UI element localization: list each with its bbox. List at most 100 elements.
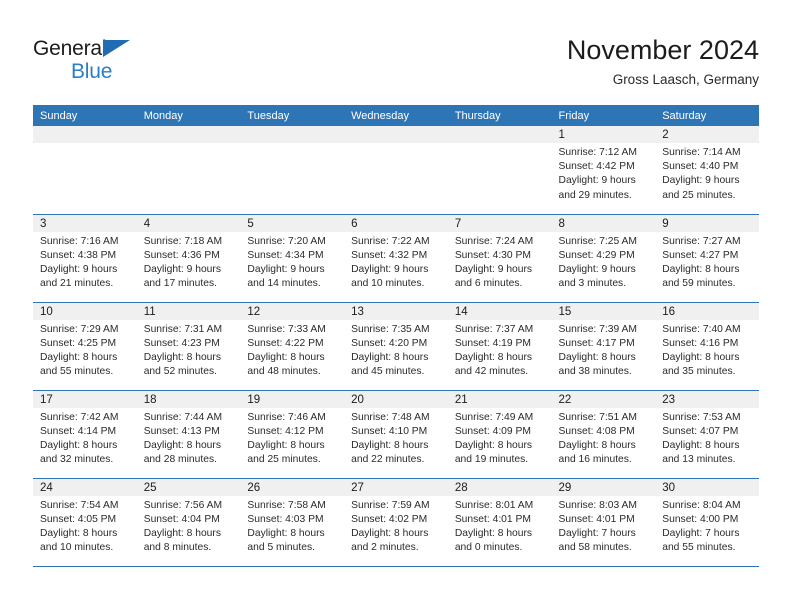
calendar-day-cell[interactable]: 13 Sunrise: 7:35 AM Sunset: 4:20 PM Dayligh… xyxy=(344,301,448,390)
daylight-text-line1: Daylight: 7 hours xyxy=(662,527,740,539)
daylight-text-line2: and 28 minutes. xyxy=(143,454,217,466)
daylight-text-line1: Daylight: 8 hours xyxy=(662,351,740,363)
day-details: Sunrise: 7:54 AM Sunset: 4:05 PM Daylight:… xyxy=(33,496,137,556)
sunrise-text: Sunrise: 7:40 AM xyxy=(662,323,741,335)
day-number: 2 xyxy=(655,126,759,143)
calendar-day-cell[interactable]: 23 Sunrise: 7:53 AM Sunset: 4:07 PM Dayligh… xyxy=(655,389,759,478)
sunrise-text: Sunrise: 7:24 AM xyxy=(454,235,534,247)
day-box: 8 Sunrise: 7:25 AM Sunset: 4:29 PM Daylight… xyxy=(551,214,656,302)
day-number: 27 xyxy=(344,478,448,496)
sunset-text: Sunset: 4:10 PM xyxy=(351,425,428,437)
title-block: November 2024 Gross Laasch, Germany xyxy=(567,33,759,90)
calendar-day-cell[interactable]: 26 Sunrise: 7:58 AM Sunset: 4:03 PM Dayligh… xyxy=(240,477,345,567)
sunset-text: Sunset: 4:01 PM xyxy=(454,513,531,525)
calendar-day-cell[interactable]: 15 Sunrise: 7:39 AM Sunset: 4:17 PM Dayligh… xyxy=(551,301,656,390)
daylight-text-line2: and 35 minutes. xyxy=(662,366,736,378)
day-details: Sunrise: 8:04 AM Sunset: 4:00 PM Daylight:… xyxy=(655,496,759,556)
calendar-day-cell[interactable]: 18 Sunrise: 7:44 AM Sunset: 4:13 PM Dayligh… xyxy=(136,389,241,478)
weekday-header-tuesday: Tuesday xyxy=(240,105,345,126)
calendar-day-cell[interactable]: 11 Sunrise: 7:31 AM Sunset: 4:23 PM Dayligh… xyxy=(136,301,241,390)
calendar-day-cell[interactable]: 3 Sunrise: 7:16 AM Sunset: 4:38 PM Daylight… xyxy=(33,213,137,302)
calendar-day-cell[interactable]: 20 Sunrise: 7:48 AM Sunset: 4:10 PM Dayligh… xyxy=(344,389,448,478)
calendar-day-cell[interactable]: 24 Sunrise: 7:54 AM Sunset: 4:05 PM Dayligh… xyxy=(33,477,137,567)
logo-word-general: General xyxy=(33,37,107,60)
calendar-day-cell[interactable]: 27 Sunrise: 7:59 AM Sunset: 4:02 PM Dayligh… xyxy=(344,477,448,567)
sunset-text: Sunset: 4:42 PM xyxy=(558,161,635,173)
daylight-text-line2: and 17 minutes. xyxy=(143,278,217,290)
calendar-day-cell[interactable]: 5 Sunrise: 7:20 AM Sunset: 4:34 PM Daylight… xyxy=(240,213,345,302)
sunset-text: Sunset: 4:16 PM xyxy=(662,337,739,349)
calendar-day-cell[interactable]: 12 Sunrise: 7:33 AM Sunset: 4:22 PM Dayligh… xyxy=(240,301,345,390)
day-number: 7 xyxy=(447,214,552,232)
day-box xyxy=(344,126,448,214)
calendar-day-cell[interactable]: 14 Sunrise: 7:37 AM Sunset: 4:19 PM Dayligh… xyxy=(447,301,552,390)
calendar-week-row: 17 Sunrise: 7:42 AM Sunset: 4:14 PM Dayligh… xyxy=(33,389,759,478)
calendar-day-cell[interactable]: 16 Sunrise: 7:40 AM Sunset: 4:16 PM Dayligh… xyxy=(655,301,759,390)
calendar-day-cell[interactable]: 21 Sunrise: 7:49 AM Sunset: 4:09 PM Dayligh… xyxy=(447,389,552,478)
calendar-day-cell[interactable]: 29 Sunrise: 8:03 AM Sunset: 4:01 PM Dayligh… xyxy=(551,477,656,567)
daylight-text-line2: and 0 minutes. xyxy=(454,542,523,554)
calendar-cell-empty xyxy=(447,126,552,214)
daylight-text-line1: Daylight: 9 hours xyxy=(143,263,221,275)
calendar-day-cell[interactable]: 22 Sunrise: 7:51 AM Sunset: 4:08 PM Dayligh… xyxy=(551,389,656,478)
day-details: Sunrise: 7:25 AM Sunset: 4:29 PM Daylight:… xyxy=(552,232,656,292)
sunset-text: Sunset: 4:23 PM xyxy=(143,337,220,349)
calendar-day-cell[interactable]: 2 Sunrise: 7:14 AM Sunset: 4:40 PM Daylight… xyxy=(655,126,759,214)
calendar-body: 1 Sunrise: 7:12 AM Sunset: 4:42 PM Daylight… xyxy=(33,126,759,567)
day-box: 21 Sunrise: 7:49 AM Sunset: 4:09 PM Dayligh… xyxy=(447,390,552,478)
general-blue-logo[interactable]: General Blue xyxy=(33,38,233,86)
calendar-day-cell[interactable]: 7 Sunrise: 7:24 AM Sunset: 4:30 PM Daylight… xyxy=(447,213,552,302)
weekday-header-monday: Monday xyxy=(136,105,241,126)
day-box: 7 Sunrise: 7:24 AM Sunset: 4:30 PM Daylight… xyxy=(447,214,552,302)
sunrise-text: Sunrise: 7:29 AM xyxy=(40,323,119,335)
day-number: 5 xyxy=(240,214,345,232)
daylight-text-line1: Daylight: 8 hours xyxy=(662,263,740,275)
day-number: 3 xyxy=(33,214,137,232)
daylight-text-line1: Daylight: 8 hours xyxy=(40,439,118,451)
calendar-day-cell[interactable]: 25 Sunrise: 7:56 AM Sunset: 4:04 PM Dayligh… xyxy=(136,477,241,567)
daylight-text-line2: and 19 minutes. xyxy=(454,454,529,466)
calendar-day-cell[interactable]: 6 Sunrise: 7:22 AM Sunset: 4:32 PM Daylight… xyxy=(344,213,448,302)
day-box: 2 Sunrise: 7:14 AM Sunset: 4:40 PM Daylight… xyxy=(655,126,759,214)
sunrise-text: Sunrise: 7:25 AM xyxy=(558,235,637,247)
day-details: Sunrise: 7:56 AM Sunset: 4:04 PM Daylight:… xyxy=(137,496,241,556)
sunrise-sunset-calendar: Sunday Monday Tuesday Wednesday Thursday… xyxy=(33,105,759,567)
sunset-text: Sunset: 4:34 PM xyxy=(247,249,324,261)
daylight-text-line1: Daylight: 8 hours xyxy=(558,439,636,451)
daylight-text-line1: Daylight: 8 hours xyxy=(143,439,221,451)
sunrise-text: Sunrise: 7:59 AM xyxy=(351,499,430,511)
day-number: 9 xyxy=(655,214,759,232)
day-details: Sunrise: 7:46 AM Sunset: 4:12 PM Daylight:… xyxy=(240,408,344,468)
day-details: Sunrise: 7:24 AM Sunset: 4:30 PM Daylight:… xyxy=(448,232,552,292)
day-number: 24 xyxy=(33,478,137,496)
sunset-text: Sunset: 4:30 PM xyxy=(454,249,531,261)
calendar-day-cell[interactable]: 4 Sunrise: 7:18 AM Sunset: 4:36 PM Daylight… xyxy=(136,213,241,302)
day-number: 22 xyxy=(551,390,656,408)
day-details: Sunrise: 7:53 AM Sunset: 4:07 PM Daylight:… xyxy=(655,408,759,468)
day-details: Sunrise: 7:44 AM Sunset: 4:13 PM Daylight:… xyxy=(137,408,241,468)
calendar-cell-empty xyxy=(344,126,448,214)
day-details: Sunrise: 7:39 AM Sunset: 4:17 PM Daylight:… xyxy=(552,320,656,380)
calendar-day-cell[interactable]: 9 Sunrise: 7:27 AM Sunset: 4:27 PM Daylight… xyxy=(655,213,759,302)
day-number xyxy=(240,126,345,143)
calendar-day-cell[interactable]: 19 Sunrise: 7:46 AM Sunset: 4:12 PM Dayligh… xyxy=(240,389,345,478)
day-box: 1 Sunrise: 7:12 AM Sunset: 4:42 PM Daylight… xyxy=(551,126,656,214)
calendar-day-cell[interactable]: 10 Sunrise: 7:29 AM Sunset: 4:25 PM Dayligh… xyxy=(33,301,137,390)
daylight-text-line1: Daylight: 8 hours xyxy=(40,527,118,539)
day-number: 28 xyxy=(447,478,552,496)
sunset-text: Sunset: 4:03 PM xyxy=(247,513,324,525)
calendar-week-row: 10 Sunrise: 7:29 AM Sunset: 4:25 PM Dayligh… xyxy=(33,301,759,390)
calendar-day-cell[interactable]: 8 Sunrise: 7:25 AM Sunset: 4:29 PM Daylight… xyxy=(551,213,656,302)
sunset-text: Sunset: 4:13 PM xyxy=(143,425,220,437)
day-number: 26 xyxy=(240,478,345,496)
calendar-day-cell[interactable]: 1 Sunrise: 7:12 AM Sunset: 4:42 PM Daylight… xyxy=(551,126,656,214)
calendar-day-cell[interactable]: 28 Sunrise: 8:01 AM Sunset: 4:01 PM Dayligh… xyxy=(447,477,552,567)
daylight-text-line1: Daylight: 9 hours xyxy=(351,263,429,275)
daylight-text-line2: and 48 minutes. xyxy=(247,366,321,378)
sunrise-text: Sunrise: 7:39 AM xyxy=(558,323,637,335)
weekday-header-thursday: Thursday xyxy=(447,105,552,126)
day-box: 20 Sunrise: 7:48 AM Sunset: 4:10 PM Dayligh… xyxy=(344,390,448,478)
daylight-text-line1: Daylight: 8 hours xyxy=(662,439,740,451)
calendar-day-cell[interactable]: 17 Sunrise: 7:42 AM Sunset: 4:14 PM Dayligh… xyxy=(33,389,137,478)
calendar-day-cell[interactable]: 30 Sunrise: 8:04 AM Sunset: 4:00 PM Dayligh… xyxy=(655,477,759,567)
